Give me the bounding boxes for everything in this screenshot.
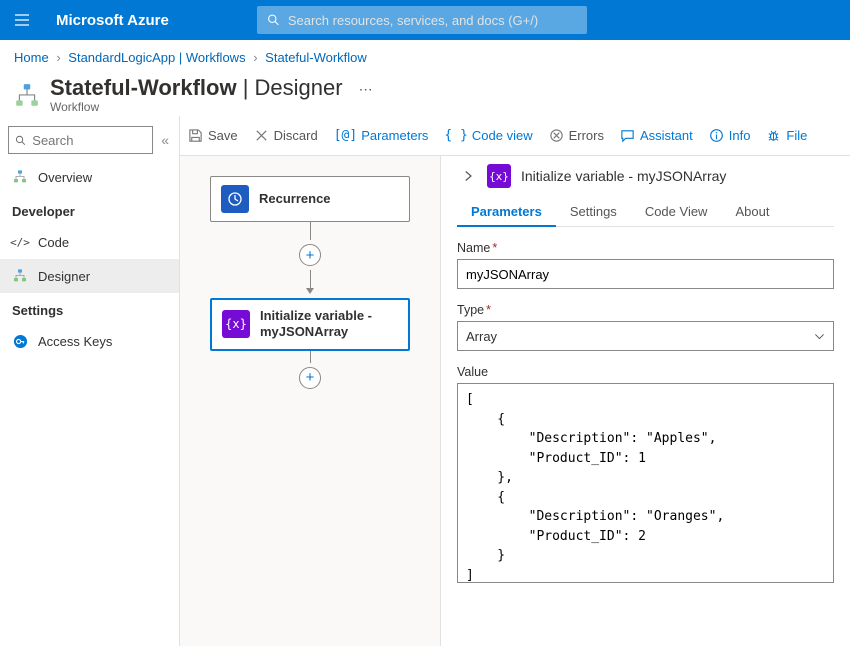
braces-icon: { } (444, 128, 467, 143)
hamburger-menu[interactable] (10, 8, 34, 32)
nav-label: Overview (38, 170, 92, 185)
brand-label: Microsoft Azure (56, 12, 169, 29)
nav-label: Code (38, 235, 69, 250)
variable-icon: {x} (487, 164, 511, 188)
nav-code[interactable]: </> Code (0, 225, 179, 259)
tab-code-view[interactable]: Code View (631, 198, 722, 226)
global-search[interactable] (257, 6, 587, 34)
field-label-type: Type* (457, 303, 834, 317)
connector-line (310, 222, 311, 240)
breadcrumb: Home › StandardLogicApp | Workflows › St… (0, 40, 850, 71)
chat-icon (620, 128, 635, 143)
assistant-button[interactable]: Assistant (620, 128, 693, 143)
global-search-input[interactable] (288, 13, 577, 28)
designer-icon (12, 268, 28, 284)
error-icon (549, 128, 564, 143)
info-icon (709, 128, 724, 143)
connector-line (310, 270, 311, 288)
save-icon (188, 128, 203, 143)
workflow-icon (14, 83, 40, 109)
nav-overview[interactable]: Overview (0, 160, 179, 194)
nav-access-keys[interactable]: Access Keys (0, 324, 179, 358)
chevron-right-icon: › (56, 50, 60, 65)
field-label-name: Name* (457, 241, 834, 255)
value-textarea[interactable] (457, 383, 834, 583)
type-selected-value: Array (466, 329, 497, 344)
node-label: Recurrence (259, 191, 331, 207)
nav-label: Access Keys (38, 334, 112, 349)
search-icon (15, 134, 26, 147)
codeview-button[interactable]: { } Code view (444, 128, 532, 143)
field-label-value: Value (457, 365, 834, 379)
node-initialize-variable[interactable]: {x} Initialize variable - myJSONArray (210, 298, 410, 351)
nav-designer[interactable]: Designer (0, 259, 179, 293)
node-recurrence[interactable]: Recurrence (210, 176, 410, 222)
tab-settings[interactable]: Settings (556, 198, 631, 226)
overview-icon (12, 169, 28, 185)
crumb-workflow[interactable]: Stateful-Workflow (265, 50, 367, 65)
chevron-down-icon (814, 331, 825, 342)
tab-parameters[interactable]: Parameters (457, 198, 556, 227)
errors-button[interactable]: Errors (549, 128, 604, 143)
add-step-button[interactable]: + (299, 367, 321, 389)
arrow-down-icon (306, 288, 314, 294)
crumb-home[interactable]: Home (14, 50, 49, 65)
designer-canvas[interactable]: Recurrence + {x} Initialize variable - m… (180, 156, 440, 646)
nav-section-developer: Developer (0, 194, 179, 225)
page-title: Stateful-Workflow | Designer (50, 75, 343, 101)
nav-section-settings: Settings (0, 293, 179, 324)
collapse-nav-button[interactable]: « (161, 128, 179, 148)
panel-title: Initialize variable - myJSONArray (521, 168, 726, 184)
panel-back-button[interactable] (457, 165, 479, 187)
chevron-right-icon: › (253, 50, 257, 65)
nav-search[interactable] (8, 126, 153, 154)
recurrence-icon (221, 185, 249, 213)
save-button[interactable]: Save (188, 128, 238, 143)
connector-line (310, 351, 311, 363)
file-button[interactable]: File (766, 128, 807, 143)
info-button[interactable]: Info (709, 128, 751, 143)
variable-icon: {x} (222, 310, 250, 338)
search-icon (267, 13, 280, 27)
code-icon: </> (12, 234, 28, 250)
tab-about[interactable]: About (721, 198, 783, 226)
add-step-button[interactable]: + (299, 244, 321, 266)
parameters-button[interactable]: [@] Parameters (334, 128, 429, 143)
close-icon (254, 128, 269, 143)
crumb-app[interactable]: StandardLogicApp | Workflows (68, 50, 245, 65)
name-input[interactable] (457, 259, 834, 289)
page-subtitle: Workflow (50, 100, 343, 114)
discard-button[interactable]: Discard (254, 128, 318, 143)
bug-icon (766, 128, 781, 143)
nav-search-input[interactable] (32, 133, 146, 148)
type-select[interactable]: Array (457, 321, 834, 351)
nav-label: Designer (38, 269, 90, 284)
node-label: Initialize variable - myJSONArray (260, 308, 398, 341)
key-icon (12, 333, 28, 349)
more-button[interactable]: ⋯ (359, 81, 373, 98)
parameters-icon: [@] (334, 128, 357, 143)
